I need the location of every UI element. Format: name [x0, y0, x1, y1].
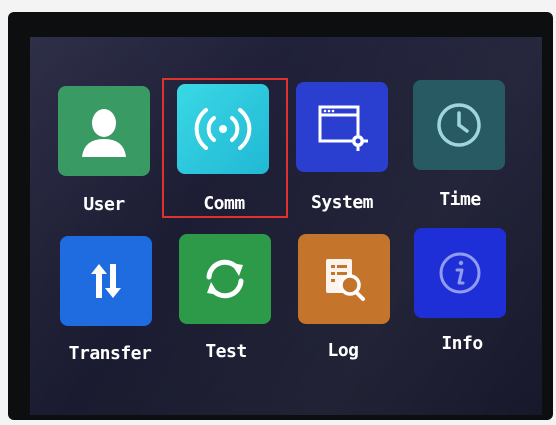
log-label[interactable]: Log: [327, 340, 359, 361]
refresh-icon: [206, 259, 244, 299]
settings-window-icon: [318, 105, 368, 151]
comm-tile[interactable]: [177, 84, 269, 174]
system-label[interactable]: System: [311, 192, 374, 213]
info-icon: [439, 252, 481, 294]
time-label[interactable]: Time: [439, 189, 481, 210]
system-tile[interactable]: [296, 82, 388, 172]
log-tile[interactable]: [298, 234, 390, 324]
transfer-tile[interactable]: [60, 236, 152, 326]
test-tile[interactable]: [179, 234, 271, 324]
user-label[interactable]: User: [83, 194, 125, 215]
transfer-arrows-icon: [91, 264, 121, 298]
transfer-label[interactable]: Transfer: [69, 343, 152, 364]
device-photo: User Comm System Time Transfer Test Log …: [0, 0, 556, 425]
comm-label[interactable]: Comm: [203, 193, 245, 214]
log-search-icon: [326, 259, 365, 301]
signal-icon: [194, 108, 252, 150]
user-icon: [82, 109, 126, 157]
time-tile[interactable]: [413, 80, 505, 170]
clock-icon: [437, 103, 481, 147]
info-tile[interactable]: [414, 228, 506, 318]
user-tile[interactable]: [58, 86, 150, 176]
test-label[interactable]: Test: [205, 341, 247, 362]
info-label[interactable]: Info: [441, 333, 483, 354]
